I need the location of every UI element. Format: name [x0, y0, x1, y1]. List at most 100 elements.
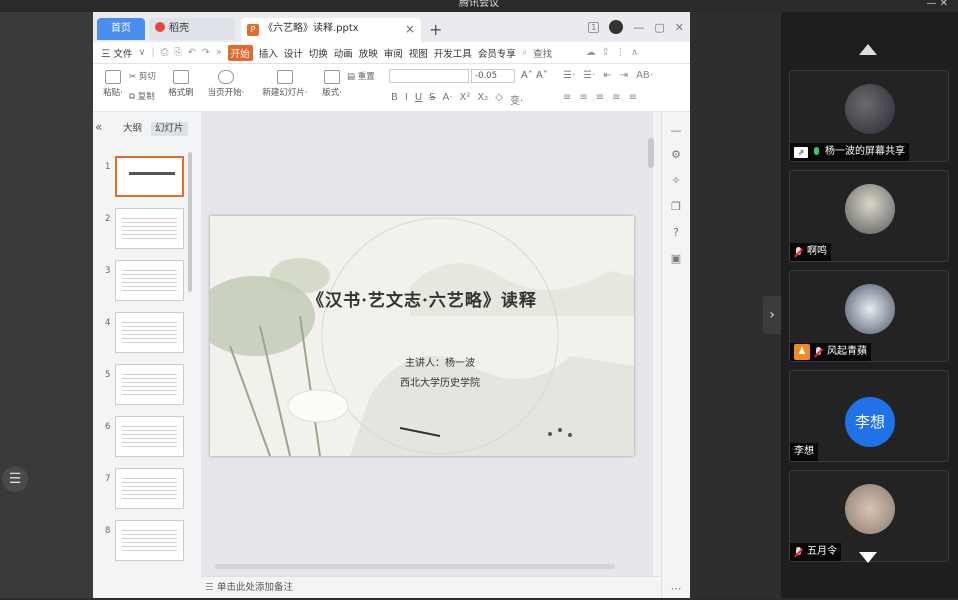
scroll-down-icon[interactable] — [859, 552, 877, 563]
menu-animation[interactable]: 动画 — [334, 46, 353, 60]
thumbnail-scrollbar[interactable] — [188, 152, 192, 292]
search-icon[interactable]: ⌕ — [522, 47, 527, 58]
scroll-up-icon[interactable] — [859, 44, 877, 55]
superscript-button[interactable]: X² — [460, 92, 471, 107]
archive-icon[interactable]: ▣ — [669, 252, 683, 266]
menu-design[interactable]: 设计 — [284, 46, 303, 60]
slide-thumbnail-1[interactable] — [115, 156, 184, 197]
copy-format-icon[interactable]: ❐ — [669, 200, 683, 214]
menu-developer[interactable]: 开发工具 — [434, 46, 472, 60]
italic-button[interactable]: I — [405, 92, 408, 107]
menu-member[interactable]: 会员专享 — [478, 46, 516, 60]
change-case-button[interactable]: 变· — [510, 92, 523, 107]
align-right-button[interactable]: ≡ — [596, 92, 604, 103]
participant-tile[interactable]: ⇗ 杨一波的屏幕共享 — [789, 70, 949, 162]
align-center-button[interactable]: ≡ — [579, 92, 587, 103]
participant-tile[interactable]: ♟ 风起青蘋 — [789, 270, 949, 362]
search-label[interactable]: 查找 — [533, 46, 552, 60]
print-icon[interactable]: ⎘ — [174, 47, 182, 58]
new-tab-button[interactable]: + — [429, 20, 442, 39]
justify-button[interactable]: ≡ — [612, 92, 620, 103]
font-family-select[interactable] — [389, 69, 469, 83]
bullets-button[interactable]: ☰· — [563, 70, 575, 81]
redo-icon[interactable]: ↷ — [202, 47, 210, 58]
slide-institution[interactable]: 西北大学历史学院 — [350, 374, 530, 389]
underline-button[interactable]: U — [415, 92, 422, 107]
settings-sliders-icon[interactable]: ⚙ — [669, 148, 683, 162]
close-tab-icon[interactable]: × — [405, 18, 415, 40]
tab-docer[interactable]: 稻壳 — [149, 18, 235, 40]
horizontal-scrollbar[interactable] — [215, 564, 615, 569]
tab-outline[interactable]: 大纲 — [119, 122, 146, 136]
font-color-button[interactable]: A· — [443, 92, 453, 107]
slide-thumbnail-6[interactable] — [115, 416, 184, 457]
new-slide-button[interactable]: 新建幻灯片· — [259, 70, 311, 98]
notes-placeholder[interactable]: 单击此处添加备注 — [217, 582, 293, 593]
tab-document[interactable]: P 《六艺略》读释.pptx × — [241, 18, 421, 42]
numbering-button[interactable]: ☰· — [583, 70, 595, 81]
collapse-panel-icon[interactable]: « — [95, 120, 102, 134]
paste-button[interactable]: 粘贴· — [99, 70, 127, 98]
menu-more-icon[interactable]: ⋮ — [616, 47, 626, 58]
file-dropdown-icon[interactable]: ∨ — [139, 47, 146, 58]
participant-tile[interactable]: 五月令 — [789, 470, 949, 562]
increase-indent-button[interactable]: ⇥ — [620, 70, 628, 81]
more-options-icon[interactable]: ⋯ — [669, 582, 683, 596]
text-direction-button[interactable]: AB· — [636, 70, 653, 81]
tab-slides[interactable]: 幻灯片 — [151, 122, 188, 136]
slide-thumbnail-8[interactable] — [115, 520, 184, 561]
user-avatar[interactable] — [609, 20, 624, 34]
share-icon[interactable]: ⇪ — [602, 47, 610, 58]
play-from-current-button[interactable]: 当页开始· — [205, 70, 247, 98]
scroll-thumb[interactable] — [648, 138, 654, 168]
help-icon[interactable]: ? — [669, 226, 683, 240]
cut-button[interactable]: ✂ 剪切 — [129, 70, 156, 82]
cloud-icon[interactable]: ☁ — [586, 47, 596, 58]
slide-thumbnail-5[interactable] — [115, 364, 184, 405]
slide-thumbnail-4[interactable] — [115, 312, 184, 353]
copy-button[interactable]: ⧉ 复制 — [129, 90, 155, 102]
font-grow-icon[interactable]: A˄ A˅ — [521, 70, 548, 81]
tab-home[interactable]: 首页 — [97, 18, 145, 40]
tab-count-icon[interactable]: 1 — [588, 21, 600, 33]
current-slide[interactable]: 《汉书·艺文志·六艺略》读释 主讲人：杨一波 西北大学历史学院 — [210, 216, 634, 456]
notes-bar[interactable]: ☰ 单击此处添加备注 — [201, 576, 661, 598]
format-painter-button[interactable]: 格式刷 — [165, 70, 197, 98]
maximize-button[interactable]: ▢ — [654, 21, 664, 34]
slide-thumbnail-2[interactable] — [115, 208, 184, 249]
pin-icon[interactable]: ✧ — [669, 174, 683, 188]
menu-transition[interactable]: 切换 — [309, 46, 328, 60]
participant-tile[interactable]: 李想 李想 — [789, 370, 949, 462]
layout-button[interactable]: 版式· — [317, 70, 347, 98]
participant-tile[interactable]: 啊鸣 — [789, 170, 949, 262]
vertical-scrollbar[interactable] — [648, 130, 654, 576]
collapse-participants-button[interactable]: › — [763, 296, 781, 334]
reset-button[interactable]: ▤ 重置 — [347, 70, 375, 82]
window-controls[interactable]: — ✕ — [926, 0, 948, 9]
menu-slideshow[interactable]: 放映 — [359, 46, 378, 60]
slide-thumbnail-3[interactable] — [115, 260, 184, 301]
minimize-button[interactable]: — — [633, 21, 644, 34]
slide-speaker[interactable]: 主讲人：杨一波 — [350, 354, 530, 369]
decrease-indent-button[interactable]: ⇤ — [603, 70, 611, 81]
slide-thumbnail-7[interactable] — [115, 468, 184, 509]
menu-insert[interactable]: 插入 — [259, 46, 278, 60]
more-icon[interactable]: » — [216, 47, 222, 58]
close-window-button[interactable]: ✕ — [675, 21, 684, 34]
strikethrough-button[interactable]: S — [429, 92, 435, 107]
distribute-button[interactable]: ≡ — [629, 92, 637, 103]
menu-review[interactable]: 审阅 — [384, 46, 403, 60]
clear-format-button[interactable]: ◇ — [495, 92, 503, 107]
bold-button[interactable]: B — [391, 92, 398, 107]
save-icon[interactable]: ⎙ — [161, 47, 169, 58]
menu-view[interactable]: 视图 — [409, 46, 428, 60]
file-menu[interactable]: 三 文件 — [101, 46, 133, 60]
align-left-button[interactable]: ≡ — [563, 92, 571, 103]
font-size-input[interactable]: -0.05 — [471, 69, 515, 83]
properties-icon[interactable]: — — [669, 124, 683, 138]
subscript-button[interactable]: X₂ — [477, 92, 488, 107]
member-list-icon[interactable]: ☰ — [2, 466, 28, 492]
collapse-ribbon-icon[interactable]: ∧ — [631, 47, 638, 58]
slide-title[interactable]: 《汉书·艺文志·六艺略》读释 — [210, 286, 634, 311]
menu-start[interactable]: 开始 — [227, 44, 253, 61]
